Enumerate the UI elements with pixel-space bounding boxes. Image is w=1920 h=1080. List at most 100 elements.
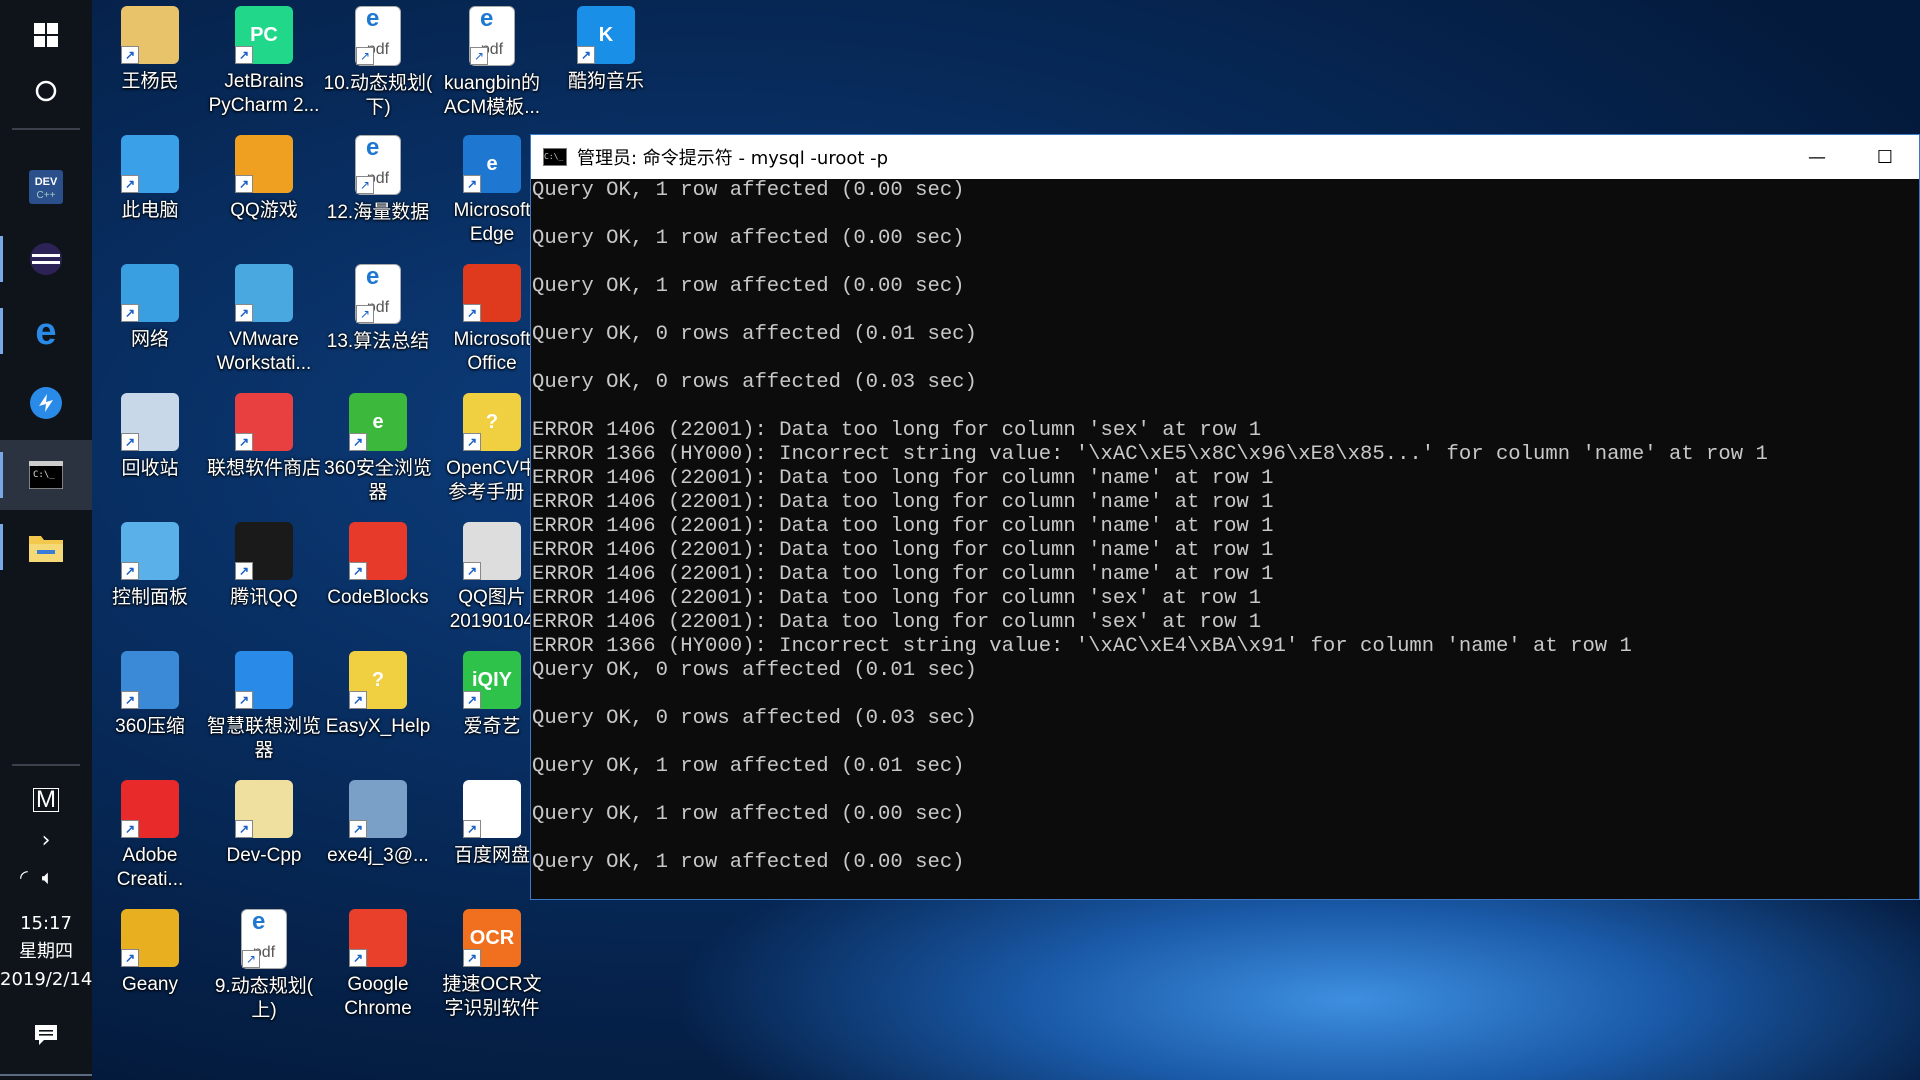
desktop-icon-label: Adobe Creati... bbox=[116, 845, 184, 890]
desktop-icon[interactable]: ↗ 智慧联想浏览 器 bbox=[207, 651, 321, 763]
iqiyi-icon: iQIY ↗ bbox=[463, 651, 521, 709]
console-line: Query OK, 0 rows affected (0.03 sec) bbox=[532, 707, 977, 730]
help-file-icon: ? ↗ bbox=[463, 393, 521, 451]
desktop-icon-label: 10.动态规划( 下) bbox=[323, 73, 433, 118]
shortcut-arrow-icon: ↗ bbox=[463, 433, 481, 451]
desktop-icon-label: Geany bbox=[122, 974, 178, 995]
window-titlebar[interactable]: C:\_ 管理员: 命令提示符 - mysql -uroot -p — ☐ bbox=[531, 135, 1919, 179]
shortcut-arrow-icon: ↗ bbox=[577, 46, 595, 64]
icon-glyph-text: PC bbox=[250, 23, 278, 46]
desktop-icon[interactable]: e pdf ↗ 10.动态规划( 下) bbox=[323, 5, 433, 120]
desktop-icon[interactable]: ↗ VMware Workstati... bbox=[209, 264, 319, 376]
taskbar-devcpp[interactable]: DEV C++ bbox=[0, 152, 92, 222]
desktop-icon-label: VMware Workstati... bbox=[216, 329, 312, 374]
clock-day: 星期四 bbox=[19, 941, 73, 962]
desktop-icon[interactable]: ↗ 360压缩 bbox=[95, 651, 205, 739]
desktop-icon[interactable]: ↗ Adobe Creati... bbox=[95, 780, 205, 892]
svg-text:e: e bbox=[35, 314, 56, 348]
eclipse-icon bbox=[30, 243, 62, 275]
desktop-icon-label: QQ游戏 bbox=[230, 200, 298, 221]
minimize-button[interactable]: — bbox=[1785, 135, 1849, 179]
desktop-icon-label: 9.动态规划( 上) bbox=[214, 976, 314, 1021]
desktop-icon[interactable]: e pdf ↗ 12.海量数据 bbox=[323, 134, 433, 225]
taskbar-edge[interactable]: e bbox=[0, 296, 92, 366]
desktop-icon[interactable]: e pdf ↗ 9.动态规划( 上) bbox=[209, 908, 319, 1023]
shortcut-arrow-icon: ↗ bbox=[121, 949, 139, 967]
clock-date: 2019/2/14 bbox=[0, 969, 93, 990]
desktop-icon-label: 12.海量数据 bbox=[326, 202, 430, 223]
desktop-icon[interactable]: ↗ Geany bbox=[95, 909, 205, 997]
shortcut-arrow-icon: ↗ bbox=[121, 304, 139, 322]
command-prompt-window[interactable]: C:\_ 管理员: 命令提示符 - mysql -uroot -p — ☐ Qu… bbox=[530, 134, 1920, 900]
user-folder-icon: ↗ bbox=[121, 6, 179, 64]
recycle-bin-icon: ↗ bbox=[121, 393, 179, 451]
taskbar-eclipse[interactable] bbox=[0, 224, 92, 294]
edge-logo-icon: e bbox=[366, 263, 380, 290]
shortcut-arrow-icon: ↗ bbox=[235, 175, 253, 193]
taskbar-file-explorer[interactable] bbox=[0, 512, 92, 582]
desktop-icon[interactable]: e ↗ 360安全浏览 器 bbox=[323, 393, 433, 505]
desktop-icon[interactable]: ↗ Google Chrome bbox=[323, 909, 433, 1021]
desktop-icon[interactable]: ↗ 控制面板 bbox=[95, 522, 205, 610]
console-line: Query OK, 1 row affected (0.00 sec) bbox=[532, 179, 965, 202]
window-title: 管理员: 命令提示符 - mysql -uroot -p bbox=[577, 148, 889, 169]
desktop-icon[interactable]: OCR ↗ 捷速OCR文 字识别软件 bbox=[437, 909, 547, 1021]
console-line: Query OK, 1 row affected (0.00 sec) bbox=[532, 227, 965, 250]
office-icon: ↗ bbox=[463, 264, 521, 322]
desktop-icon[interactable]: ↗ QQ游戏 bbox=[209, 135, 319, 223]
computer-icon: ↗ bbox=[121, 135, 179, 193]
desktop-icon[interactable]: e pdf ↗ kuangbin的 ACM模板... bbox=[437, 5, 547, 120]
taskbar-bottom-line bbox=[0, 1074, 92, 1076]
desktop-icon[interactable]: ↗ 网络 bbox=[95, 264, 205, 352]
desktop-icon[interactable]: ↗ 此电脑 bbox=[95, 135, 205, 223]
console-line: ERROR 1366 (HY000): Incorrect string val… bbox=[532, 635, 1632, 658]
taskbar-cmd[interactable]: C:\_ bbox=[0, 440, 92, 510]
console-line: Query OK, 0 rows affected (0.01 sec) bbox=[532, 659, 977, 682]
shortcut-arrow-icon: ↗ bbox=[235, 820, 253, 838]
console-output[interactable]: Query OK, 1 row affected (0.00 sec) Query… bbox=[531, 179, 1919, 875]
desktop-icon[interactable]: e pdf ↗ 13.算法总结 bbox=[323, 263, 433, 354]
action-center-button[interactable] bbox=[0, 1000, 92, 1070]
desktop-icon-label: 网络 bbox=[130, 329, 169, 350]
taskbar-lenovo-browser[interactable] bbox=[0, 368, 92, 438]
pdf-icon: e pdf ↗ bbox=[355, 5, 401, 66]
edge-logo-icon: e bbox=[480, 5, 494, 32]
shortcut-arrow-icon: ↗ bbox=[356, 176, 374, 194]
shortcut-arrow-icon: ↗ bbox=[235, 304, 253, 322]
console-line: ERROR 1406 (22001): Data too long for co… bbox=[532, 491, 1274, 514]
devcpp-icon: DEV C++ bbox=[29, 170, 63, 204]
desktop-icon[interactable]: ↗ CodeBlocks bbox=[323, 522, 433, 610]
desktop-icon[interactable]: PC ↗ JetBrains PyCharm 2... bbox=[209, 6, 319, 118]
desktop-icon-label: 联想软件商店 bbox=[206, 458, 321, 479]
console-line: ERROR 1406 (22001): Data too long for co… bbox=[532, 515, 1274, 538]
desktop-icon[interactable]: K ↗ 酷狗音乐 bbox=[551, 6, 661, 94]
icon-glyph-text: ? bbox=[485, 410, 499, 433]
desktop-icon[interactable]: ? ↗ EasyX_Help bbox=[323, 651, 433, 739]
pdf-icon: e pdf ↗ bbox=[355, 263, 401, 324]
maximize-button[interactable]: ☐ bbox=[1853, 135, 1917, 179]
geany-icon: ↗ bbox=[121, 909, 179, 967]
desktop-icon[interactable]: ↗ 王杨民 bbox=[95, 6, 205, 94]
folder-icon: ↗ bbox=[235, 780, 293, 838]
desktop-icon-label: 酷狗音乐 bbox=[567, 71, 644, 92]
shortcut-arrow-icon: ↗ bbox=[235, 691, 253, 709]
desktop-icon[interactable]: ↗ exe4j_3@... bbox=[323, 780, 433, 868]
desktop-icon-label: EasyX_Help bbox=[325, 716, 431, 737]
desktop-icon-label: 王杨民 bbox=[121, 71, 179, 92]
desktop-icon[interactable]: ↗ 回收站 bbox=[95, 393, 205, 481]
desktop-icon[interactable]: ↗ 腾讯QQ bbox=[209, 522, 319, 610]
wifi-icon[interactable]: ◜ bbox=[20, 865, 28, 889]
desktop-icon[interactable]: ↗ Dev-Cpp bbox=[209, 780, 319, 868]
desktop-icon[interactable]: ↗ 联想软件商店 bbox=[207, 393, 321, 481]
volume-icon[interactable]: 🔈︎ bbox=[42, 865, 54, 889]
edge-icon: e ↗ bbox=[463, 135, 521, 193]
console-line: Query OK, 0 rows affected (0.01 sec) bbox=[532, 323, 977, 346]
desktop-icon-label: 控制面板 bbox=[111, 587, 188, 608]
clock[interactable]: 15:17 星期四 2019/2/14 bbox=[0, 910, 92, 994]
cortana-button[interactable] bbox=[0, 56, 92, 126]
